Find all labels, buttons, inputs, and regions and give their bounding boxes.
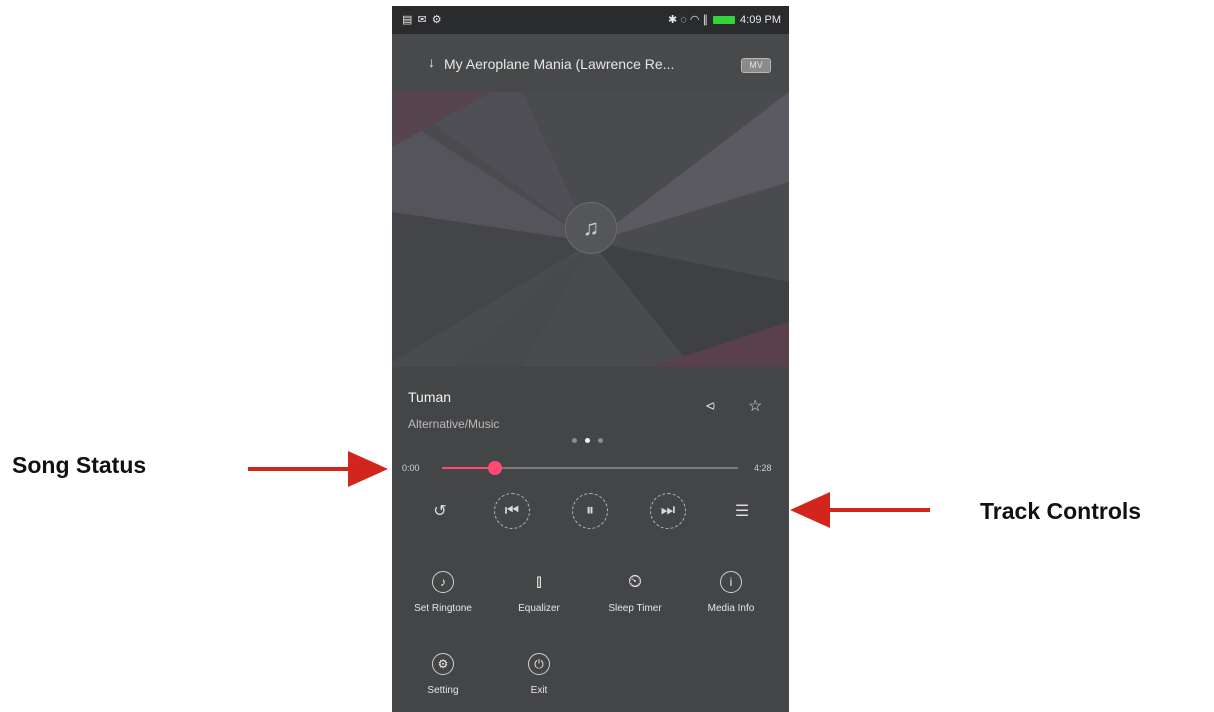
info-icon: i [720, 571, 742, 593]
exit-button[interactable]: ⏻ Exit [494, 653, 584, 696]
menu-label: Media Info [707, 603, 755, 614]
settings-icon: ⚙ [432, 653, 454, 675]
system-indicators: ✱ ◌ ◠ ∥ 4:09 PM [668, 13, 781, 27]
share-icon[interactable]: ⪦ [706, 397, 715, 415]
menu-label: Sleep Timer [608, 603, 662, 614]
star-icon[interactable]: ☆ [748, 396, 762, 416]
next-track-icon: ⏭ [660, 502, 676, 519]
song-status-arrow [248, 451, 388, 487]
equalizer-button[interactable]: ⫾ Equalizer [494, 571, 584, 614]
artist-name: Alternative/Music [408, 417, 500, 431]
menu-label: Setting [427, 685, 459, 696]
pause-button[interactable]: ⏸ [572, 493, 608, 529]
page-dot [572, 438, 577, 443]
track-title: My Aeroplane Mania (Lawrence Re... [444, 56, 675, 72]
mv-badge[interactable]: MV [741, 58, 771, 73]
sleep-timer-button[interactable]: ⏲ Sleep Timer [590, 571, 680, 614]
set-ringtone-button[interactable]: ♪ Set Ringtone [398, 571, 488, 614]
download-arrow-icon[interactable]: ↓ [428, 54, 435, 70]
setting-button[interactable]: ⚙ Setting [398, 653, 488, 696]
media-info-button[interactable]: i Media Info [686, 571, 776, 614]
music-note-icon: ♫ [565, 202, 617, 254]
progress-knob[interactable] [488, 461, 503, 475]
header: ↓ My Aeroplane Mania (Lawrence Re... MV [392, 34, 789, 92]
menu-label: Equalizer [518, 603, 560, 614]
ringtone-icon: ♪ [432, 571, 454, 593]
menu-label: Set Ringtone [414, 603, 472, 614]
equalizer-icon: ⫾ [536, 571, 542, 591]
playlist-button[interactable]: ☰ [724, 493, 760, 529]
playlist-icon: ☰ [734, 503, 750, 520]
repeat-button[interactable]: ↺ [422, 493, 458, 529]
track-controls-arrow [790, 492, 930, 528]
previous-track-button[interactable]: ⏮ [494, 493, 530, 529]
progress-slider[interactable] [442, 461, 738, 475]
progress-fill [442, 467, 496, 469]
elapsed-time: 0:00 [402, 463, 420, 473]
notification-icons: ▤ ✉ ⚙ [402, 14, 443, 26]
song-title: Tuman [408, 389, 452, 405]
menu-label: Exit [530, 685, 548, 696]
previous-track-icon: ⏮ [504, 502, 520, 519]
music-player-screen: ▤ ✉ ⚙ ✱ ◌ ◠ ∥ 4:09 PM ↓ My Aeroplane Man… [392, 6, 789, 712]
page-dot-active [585, 438, 590, 443]
battery-icon [713, 15, 736, 24]
total-time: 4:28 [754, 463, 772, 473]
song-status-annotation: Song Status [12, 452, 147, 478]
page-indicator [572, 438, 603, 443]
repeat-icon: ↺ [433, 503, 447, 520]
album-art: ♫ [392, 92, 789, 367]
next-track-button[interactable]: ⏭ [650, 493, 686, 529]
page-dot [598, 438, 603, 443]
clock: 4:09 PM [740, 13, 781, 26]
signal-icons: ✱ ◌ ◠ ∥ [668, 14, 709, 26]
status-bar: ▤ ✉ ⚙ ✱ ◌ ◠ ∥ 4:09 PM [392, 6, 789, 34]
player-panel: Tuman Alternative/Music ⪦ ☆ 0:00 4:28 ↺ … [392, 367, 789, 712]
power-icon: ⏻ [528, 653, 550, 675]
pause-icon: ⏸ [585, 502, 594, 519]
sleep-timer-icon: ⏲ [627, 571, 643, 591]
track-controls-annotation: Track Controls [980, 498, 1142, 524]
